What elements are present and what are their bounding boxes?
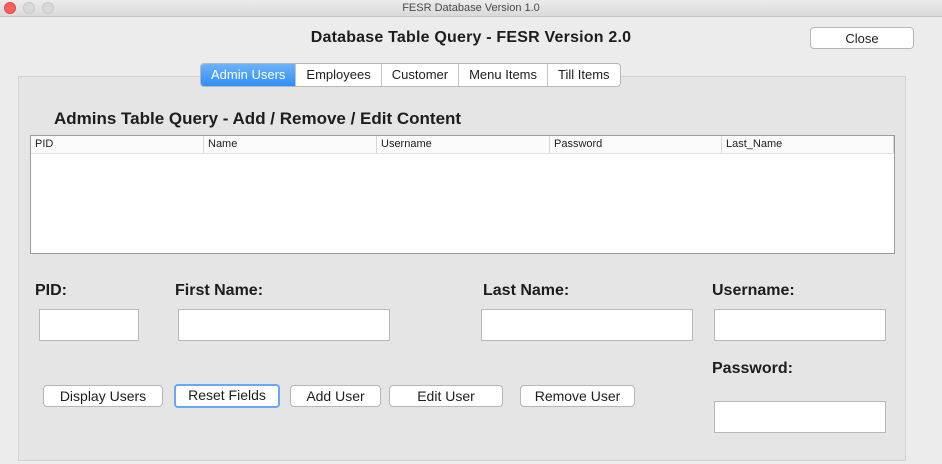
add-user-button[interactable]: Add User: [290, 385, 381, 407]
column-header-username[interactable]: Username: [377, 136, 550, 153]
last-name-label: Last Name:: [483, 282, 570, 299]
window-close-dot-icon[interactable]: [4, 2, 16, 14]
first-name-label: First Name:: [175, 282, 264, 299]
password-field[interactable]: [714, 401, 886, 433]
section-title: Admins Table Query - Add / Remove / Edit…: [54, 109, 462, 128]
window-minimize-dot-icon[interactable]: [23, 2, 35, 14]
last-name-field[interactable]: [481, 309, 693, 341]
username-label: Username:: [712, 282, 795, 299]
admins-table[interactable]: PID Name Username Password Last_Name: [30, 135, 895, 254]
remove-user-button[interactable]: Remove User: [520, 385, 635, 407]
window-zoom-dot-icon[interactable]: [42, 2, 54, 14]
tab-till-items[interactable]: Till Items: [548, 64, 620, 86]
tab-menu-items[interactable]: Menu Items: [459, 64, 549, 86]
tab-customer[interactable]: Customer: [382, 64, 460, 86]
pid-field[interactable]: [39, 309, 139, 341]
column-header-password[interactable]: Password: [550, 136, 722, 153]
reset-fields-button[interactable]: Reset Fields: [174, 384, 280, 408]
column-header-name[interactable]: Name: [204, 136, 377, 153]
window-title: FESR Database Version 1.0: [402, 2, 540, 14]
tab-employees[interactable]: Employees: [296, 64, 382, 86]
first-name-field[interactable]: [178, 309, 390, 341]
close-button[interactable]: Close: [810, 27, 914, 49]
window-titlebar: FESR Database Version 1.0: [0, 0, 942, 17]
edit-user-button[interactable]: Edit User: [389, 385, 503, 407]
password-label: Password:: [712, 360, 793, 377]
display-users-button[interactable]: Display Users: [43, 385, 163, 407]
column-header-last-name[interactable]: Last_Name: [722, 136, 894, 153]
tab-bar: Admin Users Employees Customer Menu Item…: [200, 63, 621, 87]
page-title: Database Table Query - FESR Version 2.0: [310, 29, 632, 46]
tab-admin-users[interactable]: Admin Users: [201, 64, 297, 86]
column-header-pid[interactable]: PID: [31, 136, 204, 153]
table-header: PID Name Username Password Last_Name: [31, 136, 894, 154]
pid-label: PID:: [35, 282, 67, 299]
username-field[interactable]: [714, 309, 886, 341]
